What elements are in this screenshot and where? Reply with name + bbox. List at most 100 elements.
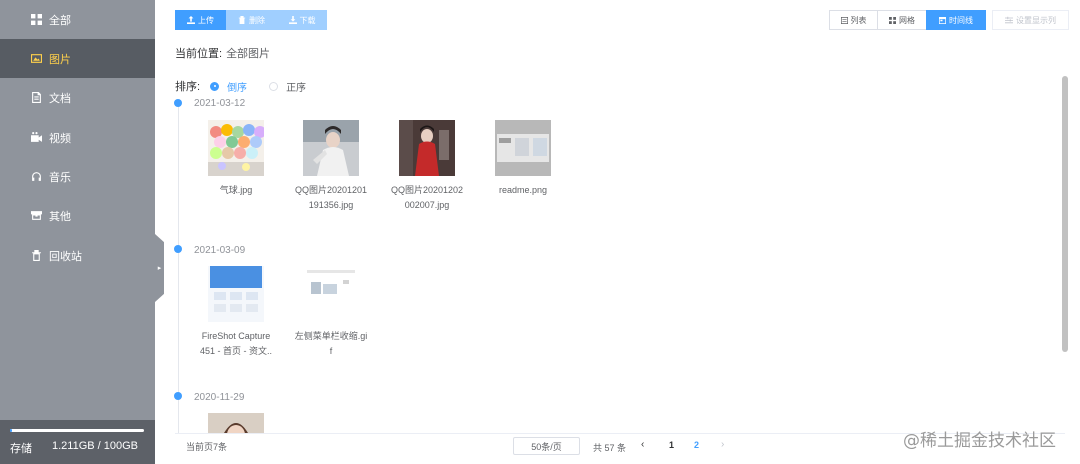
file-name: FireShot Capture 451 - 首页 - 资文.. — [199, 331, 272, 356]
page-2-button[interactable]: 2 — [694, 440, 699, 450]
sort-desc-radio[interactable]: 倒序 — [210, 79, 247, 94]
timeline-dot — [174, 99, 182, 107]
radio-dot — [269, 81, 279, 91]
view-timeline-label: 时间线 — [949, 15, 973, 25]
file-item[interactable] — [199, 413, 273, 433]
grid-icon — [31, 14, 42, 25]
sidebar-item-label: 其他 — [49, 210, 71, 223]
download-button-label: 下载 — [299, 15, 316, 25]
headphones-icon — [32, 172, 41, 181]
file-name: 左侧菜单栏收缩.gif — [294, 331, 368, 356]
settings-columns-label: 设置显示列 — [1016, 15, 1056, 25]
upload-button-label: 上传 — [198, 15, 214, 25]
delete-button-label: 删除 — [249, 15, 265, 25]
delete-button[interactable]: 删除 — [226, 10, 277, 30]
file-thumbnail — [208, 120, 264, 176]
sidebar-item-label: 音乐 — [49, 171, 71, 184]
file-name: 气球.jpg — [219, 185, 253, 195]
next-page-button[interactable]: › — [721, 439, 724, 450]
file-thumbnail — [208, 413, 264, 433]
download-button[interactable]: 下载 — [277, 10, 327, 30]
page-1-button[interactable]: 1 — [669, 440, 674, 450]
archive-icon — [31, 211, 42, 220]
sidebar-item-documents[interactable]: 文档 — [0, 78, 155, 117]
timeline-line — [178, 104, 179, 434]
sidebar-item-label: 全部 — [49, 14, 71, 27]
settings-icon — [1005, 16, 1013, 24]
file-name: readme.png — [498, 185, 548, 195]
file-item[interactable]: readme.png — [486, 120, 560, 198]
image-icon — [31, 54, 42, 63]
file-item[interactable]: QQ图片20201201191356.jpg — [294, 120, 368, 213]
file-name: QQ图片20201201191356.jpg — [294, 185, 368, 210]
view-list-button[interactable]: 列表 — [829, 10, 878, 30]
file-item[interactable]: FireShot Capture 451 - 首页 - 资文.. — [199, 266, 273, 359]
storage-value: 1.211GB / 100GB — [52, 440, 139, 452]
sort-desc-label: 倒序 — [227, 82, 248, 94]
current-page-count: 当前页7条 — [186, 442, 228, 452]
prev-page-button[interactable]: ‹ — [641, 439, 644, 450]
file-thumbnail — [208, 266, 264, 322]
document-icon — [32, 92, 41, 103]
sort-control: 排序: 倒序 正序 — [175, 78, 306, 94]
radio-dot — [210, 81, 220, 91]
breadcrumb: 当前位置: 全部图片 — [175, 45, 270, 61]
content-scrollbar[interactable] — [1062, 76, 1068, 352]
sidebar-item-videos[interactable]: 视频 — [0, 118, 155, 157]
breadcrumb-current: 全部图片 — [226, 48, 271, 60]
upload-button[interactable]: 上传 — [175, 10, 226, 30]
timeline-date: 2021-03-09 — [194, 245, 246, 256]
total-count: 共 57 条 — [593, 443, 627, 453]
file-item[interactable]: 左侧菜单栏收缩.gif — [294, 266, 368, 359]
file-item[interactable]: QQ图片20201202002007.jpg — [390, 120, 464, 213]
sidebar-item-all[interactable]: 全部 — [0, 0, 155, 39]
timeline-date: 2021-03-12 — [194, 98, 246, 109]
sidebar-item-recycle-bin[interactable]: 回收站 — [0, 236, 155, 275]
storage-progress-fill — [10, 429, 12, 432]
watermark: @稀土掘金技术社区 — [903, 431, 1056, 451]
sidebar-item-label: 视频 — [49, 132, 71, 145]
timeline-dot — [174, 392, 182, 400]
view-grid-button[interactable]: 网格 — [877, 10, 927, 30]
sidebar-collapse-handle[interactable]: ▸ — [155, 234, 164, 302]
video-icon — [31, 132, 42, 142]
timeline-icon — [939, 16, 946, 24]
storage-panel: 存储 1.211GB / 100GB — [0, 420, 155, 464]
view-mode-group: 列表 网格 时间线 — [829, 10, 986, 30]
timeline-date: 2020-11-29 — [194, 392, 245, 403]
upload-icon — [187, 16, 195, 24]
list-icon — [840, 16, 848, 24]
sort-asc-radio[interactable]: 正序 — [269, 79, 306, 94]
recycle-bin-icon — [32, 250, 41, 261]
sidebar-item-images[interactable]: 图片 — [0, 39, 155, 78]
page-size-value: 50条/页 — [531, 441, 562, 452]
sidebar-item-other[interactable]: 其他 — [0, 196, 155, 235]
storage-progress-bar — [10, 429, 144, 432]
view-timeline-button[interactable]: 时间线 — [926, 10, 986, 30]
sidebar-item-music[interactable]: 音乐 — [0, 157, 155, 196]
file-name: QQ图片20201202002007.jpg — [390, 185, 464, 210]
timeline-dot — [174, 245, 182, 253]
file-thumbnail — [495, 120, 551, 176]
sidebar-item-label: 回收站 — [49, 250, 82, 263]
chevron-right-icon: ▸ — [157, 265, 162, 272]
file-thumbnail — [303, 266, 359, 322]
file-item[interactable]: 气球.jpg — [199, 120, 273, 198]
settings-columns-button[interactable]: 设置显示列 — [992, 10, 1069, 30]
sidebar-item-label: 文档 — [49, 92, 71, 105]
download-icon — [288, 16, 297, 24]
file-thumbnail — [399, 120, 455, 176]
file-actions-group: 上传 删除 下载 — [175, 10, 327, 30]
view-list-label: 列表 — [850, 15, 867, 25]
grid-icon — [889, 16, 896, 24]
sidebar: 全部 图片 文档 视频 音乐 其他 回收站 存储 1.211GB / 100GB — [0, 0, 155, 464]
view-grid-label: 网格 — [899, 15, 915, 25]
sidebar-item-label: 图片 — [49, 53, 71, 66]
sort-label: 排序: — [175, 81, 201, 93]
file-thumbnail — [303, 120, 359, 176]
delete-icon — [238, 16, 246, 24]
page-size-select[interactable]: 50条/页 — [513, 437, 580, 455]
storage-label: 存储 — [10, 443, 32, 455]
breadcrumb-prefix: 当前位置: — [175, 48, 223, 60]
sort-asc-label: 正序 — [286, 82, 307, 94]
